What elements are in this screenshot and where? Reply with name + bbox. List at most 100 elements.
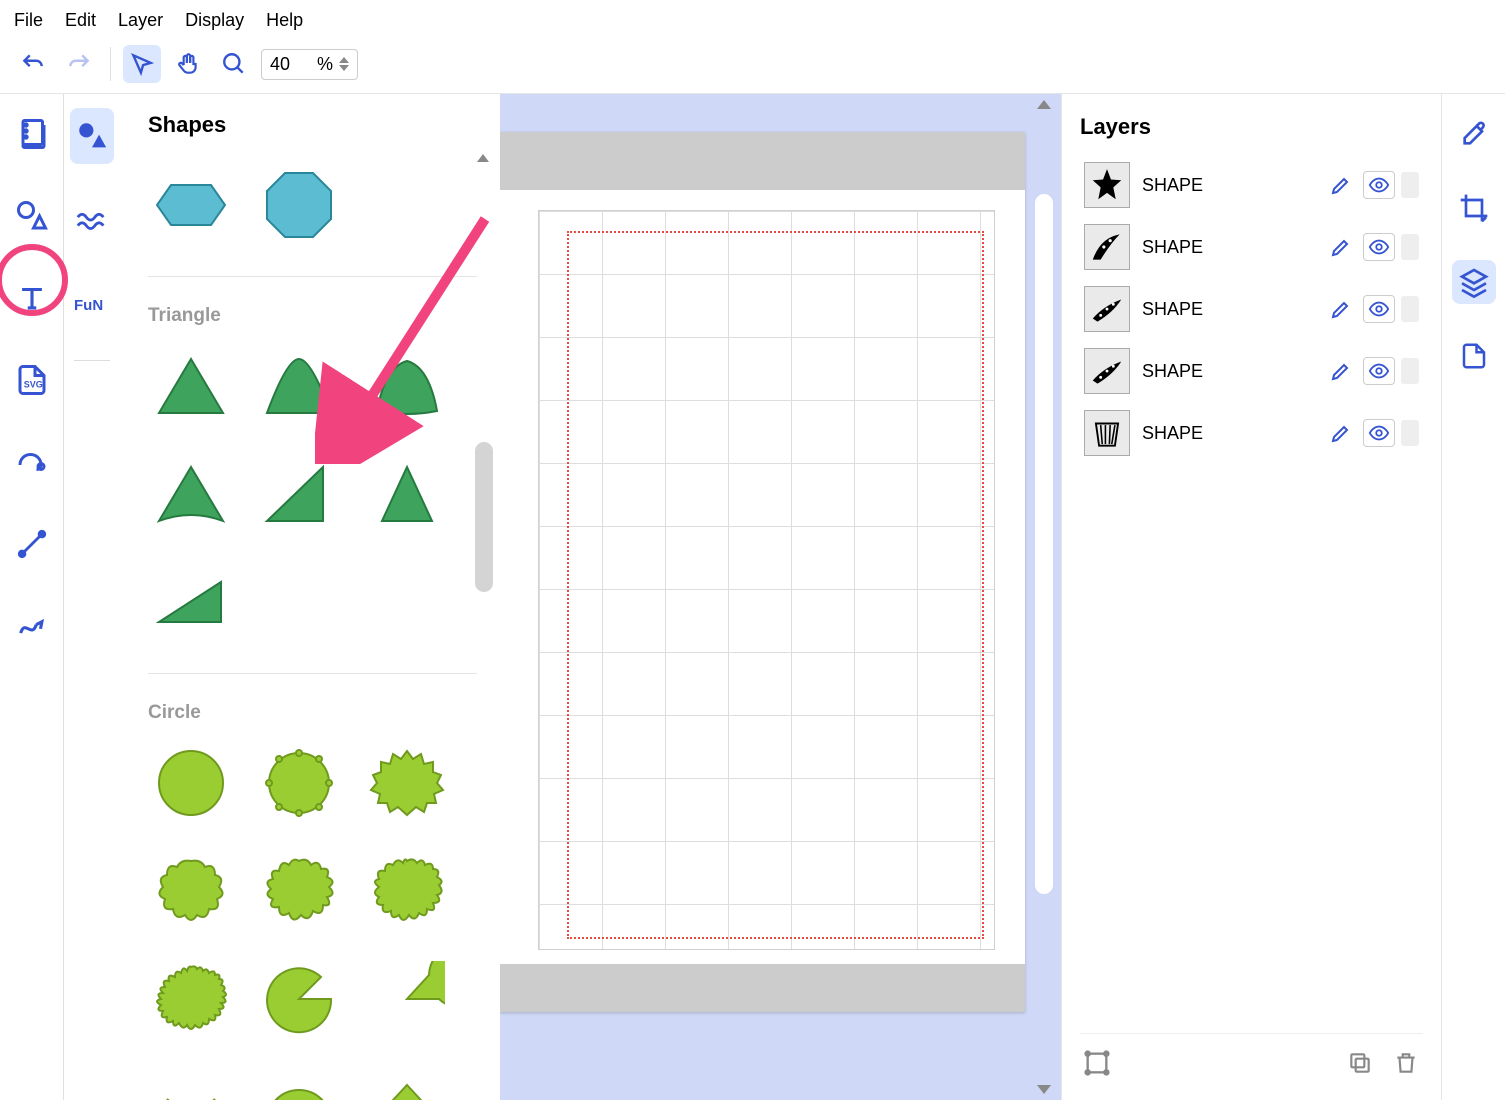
duplicate-icon[interactable] (1343, 1046, 1377, 1080)
shape-triangle-4[interactable] (148, 451, 234, 537)
wave-tab[interactable] (70, 192, 114, 248)
toolbar-separator (110, 47, 111, 81)
text-icon[interactable] (10, 276, 54, 320)
zoom-tool[interactable] (215, 45, 253, 83)
shape-octagon[interactable] (256, 162, 342, 248)
zoom-value: 40 (270, 54, 290, 75)
zoom-step-up[interactable] (339, 57, 349, 63)
shape-triangle-6[interactable] (364, 451, 450, 537)
draw-icon[interactable] (10, 440, 54, 484)
layer-color-swatch[interactable] (1401, 296, 1419, 322)
layers-icon[interactable] (1452, 260, 1496, 304)
shape-circle-11[interactable] (256, 1064, 342, 1100)
highlight-icon[interactable] (1325, 171, 1357, 199)
basic-shapes-tab[interactable] (70, 108, 114, 164)
menu-file[interactable]: File (14, 10, 43, 31)
shape-circle-12[interactable] (364, 1064, 450, 1100)
layer-thumb-hook (1084, 224, 1130, 270)
shapes-panel: Shapes Triangle Circle (120, 94, 500, 1100)
layers-panel: Layers SHAPE SHAPE SHAPE (1061, 94, 1441, 1100)
highlight-icon[interactable] (1325, 419, 1357, 447)
shape-circle-2[interactable] (256, 740, 342, 826)
visibility-icon[interactable] (1363, 295, 1395, 323)
shape-triangle-3[interactable] (364, 343, 450, 429)
shape-circle-6[interactable] (364, 848, 450, 934)
layer-row[interactable]: SHAPE (1080, 154, 1423, 216)
zoom-unit: % (317, 54, 333, 75)
shape-circle-10[interactable] (148, 1064, 234, 1100)
shape-triangle-5[interactable] (256, 451, 342, 537)
delete-icon[interactable] (1389, 1046, 1423, 1080)
svg-icon[interactable]: SVG (10, 358, 54, 402)
highlight-icon[interactable] (1325, 295, 1357, 323)
layer-color-swatch[interactable] (1401, 358, 1419, 384)
tool-separator (74, 360, 110, 361)
undo-button[interactable] (14, 45, 52, 83)
layer-thumb-star (1084, 162, 1130, 208)
svg-text:SVG: SVG (23, 380, 42, 390)
category-circle: Circle (148, 702, 477, 724)
crop-icon[interactable] (1452, 186, 1496, 230)
shape-circle-7[interactable] (148, 956, 234, 1042)
canvas-scroll-thumb[interactable] (1035, 194, 1053, 894)
visibility-icon[interactable] (1363, 419, 1395, 447)
redo-button[interactable] (60, 45, 98, 83)
left-rail: SVG (0, 94, 64, 1100)
zoom-step-down[interactable] (339, 65, 349, 71)
zoom-input[interactable]: 40 % (261, 49, 358, 80)
shape-triangle-1[interactable] (148, 343, 234, 429)
shape-circle-8[interactable] (256, 956, 342, 1042)
layer-color-swatch[interactable] (1401, 420, 1419, 446)
visibility-icon[interactable] (1363, 233, 1395, 261)
visibility-icon[interactable] (1363, 171, 1395, 199)
layer-row[interactable]: SHAPE (1080, 278, 1423, 340)
svg-text:FuN: FuN (74, 297, 103, 314)
menu-help[interactable]: Help (266, 10, 303, 31)
canvas-scroll-up[interactable] (1037, 100, 1051, 109)
canvas-scroll-down[interactable] (1037, 1085, 1051, 1094)
visibility-icon[interactable] (1363, 357, 1395, 385)
layer-row[interactable]: SHAPE (1080, 216, 1423, 278)
page-icon[interactable] (1452, 334, 1496, 378)
select-tool[interactable] (123, 45, 161, 83)
shape-hexagon[interactable] (148, 162, 234, 248)
line-icon[interactable] (10, 522, 54, 566)
menubar: File Edit Layer Display Help (0, 0, 1505, 41)
tool-column: FuN (64, 94, 120, 1100)
menu-layer[interactable]: Layer (118, 10, 163, 31)
layer-label: SHAPE (1142, 175, 1313, 196)
highlight-icon[interactable] (1325, 233, 1357, 261)
layer-label: SHAPE (1142, 299, 1313, 320)
right-rail (1441, 94, 1505, 1100)
shape-circle-5[interactable] (256, 848, 342, 934)
shape-triangle-2[interactable] (256, 343, 342, 429)
layer-color-swatch[interactable] (1401, 172, 1419, 198)
menu-edit[interactable]: Edit (65, 10, 96, 31)
canvas[interactable] (500, 94, 1061, 1100)
library-icon[interactable] (10, 112, 54, 156)
layer-color-swatch[interactable] (1401, 234, 1419, 260)
shape-circle-3[interactable] (364, 740, 450, 826)
shape-circle-9[interactable] (364, 956, 450, 1042)
canvas-grid[interactable] (538, 210, 995, 950)
panel-scroll-up[interactable] (477, 154, 489, 162)
canvas-header-bar (500, 132, 1025, 190)
path-icon[interactable] (10, 604, 54, 648)
shape-circle-1[interactable] (148, 740, 234, 826)
layer-label: SHAPE (1142, 237, 1313, 258)
fun-tab[interactable]: FuN (70, 276, 114, 332)
panel-scrollbar-thumb[interactable] (475, 442, 493, 592)
shape-triangle-7[interactable] (148, 559, 234, 645)
layers-title: Layers (1080, 114, 1423, 140)
layer-row[interactable]: SHAPE (1080, 402, 1423, 464)
shape-circle-4[interactable] (148, 848, 234, 934)
select-all-icon[interactable] (1080, 1046, 1114, 1080)
layer-thumb-bars (1084, 410, 1130, 456)
pan-tool[interactable] (169, 45, 207, 83)
toolbar: 40 % (0, 41, 1505, 94)
menu-display[interactable]: Display (185, 10, 244, 31)
shapes-icon[interactable] (10, 194, 54, 238)
brush-icon[interactable] (1452, 112, 1496, 156)
layer-row[interactable]: SHAPE (1080, 340, 1423, 402)
highlight-icon[interactable] (1325, 357, 1357, 385)
